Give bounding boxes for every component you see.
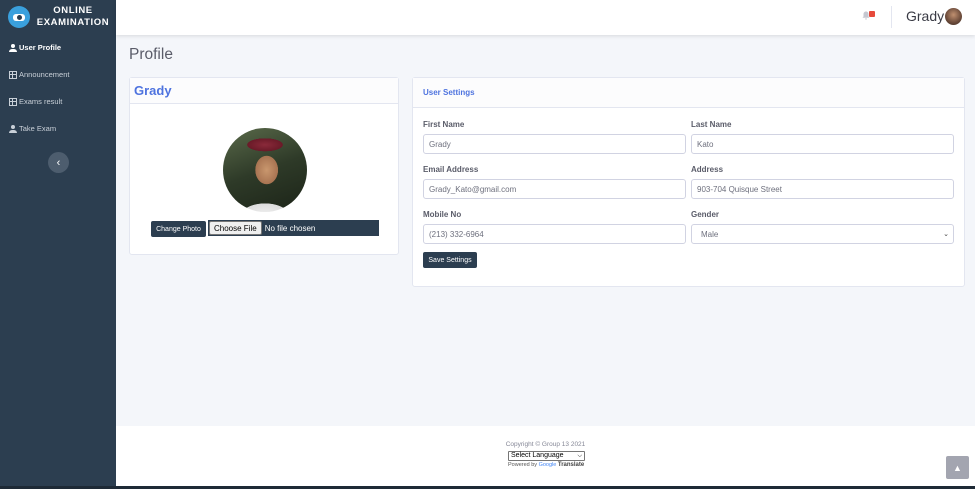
google-logo: Google bbox=[538, 462, 557, 468]
chevron-left-icon: ‹ bbox=[56, 156, 61, 169]
topbar: Grady bbox=[116, 0, 975, 35]
scroll-to-top-button[interactable]: ▲ bbox=[946, 456, 969, 479]
sidebar-item-take-exam[interactable]: Take Exam bbox=[0, 115, 116, 142]
sidebar-item-user-profile[interactable]: User Profile bbox=[0, 34, 116, 61]
chevron-down-icon: ⌵ bbox=[577, 453, 582, 459]
first-name-field[interactable]: Grady bbox=[423, 134, 686, 154]
sidebar-item-exams-result[interactable]: Exams result bbox=[0, 88, 116, 115]
translate-text: Translate bbox=[557, 462, 585, 468]
brand-line-1: ONLINE bbox=[53, 5, 93, 16]
page-title: Profile bbox=[129, 46, 173, 63]
sidebar-toggle-button[interactable]: ‹ bbox=[48, 152, 69, 173]
sidebar-item-label: Announcement bbox=[19, 70, 70, 79]
save-settings-button[interactable]: Save Settings bbox=[423, 252, 477, 268]
sidebar: ONLINE EXAMINATION User Profile Announce… bbox=[0, 0, 116, 489]
mobile-value: (213) 332-6964 bbox=[429, 229, 484, 239]
address-field[interactable]: 903-704 Quisque Street bbox=[691, 179, 954, 199]
first-name-label: First Name bbox=[423, 120, 465, 129]
sidebar-item-label: User Profile bbox=[19, 43, 62, 52]
language-select[interactable]: Select Language ⌵ bbox=[508, 451, 585, 461]
avatar[interactable] bbox=[945, 8, 962, 25]
gender-select[interactable]: Male ⌄ bbox=[691, 224, 954, 244]
user-icon bbox=[9, 124, 17, 133]
first-name-value: Grady bbox=[429, 139, 451, 149]
powered-by-text: Powered by bbox=[508, 462, 538, 468]
user-settings-card: User Settings First Name Grady Last Name… bbox=[412, 77, 965, 287]
alert-badge bbox=[869, 11, 875, 17]
brand-text: ONLINE EXAMINATION bbox=[30, 5, 116, 29]
address-label: Address bbox=[691, 165, 724, 174]
user-name[interactable]: Grady bbox=[906, 8, 944, 24]
chevron-up-icon: ▲ bbox=[953, 462, 962, 473]
language-select-value: Select Language bbox=[511, 452, 564, 459]
profile-card: Grady Change Photo Choose File No file c… bbox=[129, 77, 399, 255]
email-label: Email Address bbox=[423, 165, 479, 174]
last-name-value: Kato bbox=[697, 139, 714, 149]
brand[interactable]: ONLINE EXAMINATION bbox=[0, 0, 116, 34]
mobile-label: Mobile No bbox=[423, 210, 462, 219]
profile-photo bbox=[223, 128, 307, 212]
brand-logo-icon bbox=[8, 6, 30, 28]
gender-value: Male bbox=[701, 229, 719, 239]
chevron-down-icon: ⌄ bbox=[943, 231, 949, 238]
sidebar-item-announcement[interactable]: Announcement bbox=[0, 61, 116, 88]
sidebar-item-label: Exams result bbox=[19, 97, 63, 106]
settings-header: User Settings bbox=[413, 78, 964, 108]
choose-file-button[interactable]: Choose File bbox=[209, 221, 262, 235]
file-status: No file chosen bbox=[264, 223, 316, 233]
brand-line-2: EXAMINATION bbox=[36, 17, 110, 28]
email-value: Grady_Kato@gmail.com bbox=[429, 184, 517, 194]
last-name-field[interactable]: Kato bbox=[691, 134, 954, 154]
file-input[interactable]: Choose File No file chosen bbox=[208, 220, 379, 236]
change-photo-button[interactable]: Change Photo bbox=[151, 221, 206, 237]
mobile-field[interactable]: (213) 332-6964 bbox=[423, 224, 686, 244]
last-name-label: Last Name bbox=[691, 120, 732, 129]
email-field[interactable]: Grady_Kato@gmail.com bbox=[423, 179, 686, 199]
topbar-divider bbox=[891, 6, 892, 28]
copyright-text: Copyright © Group 13 2021 bbox=[505, 441, 586, 448]
gender-label: Gender bbox=[691, 210, 720, 219]
table-icon bbox=[9, 70, 17, 79]
profile-name: Grady bbox=[130, 78, 398, 104]
table-icon bbox=[9, 97, 17, 106]
user-icon bbox=[9, 43, 17, 52]
powered-by-google-translate[interactable]: Powered by Google Translate bbox=[508, 462, 584, 468]
sidebar-item-label: Take Exam bbox=[19, 124, 57, 133]
footer: Copyright © Group 13 2021 Select Languag… bbox=[116, 426, 975, 489]
address-value: 903-704 Quisque Street bbox=[697, 184, 782, 194]
